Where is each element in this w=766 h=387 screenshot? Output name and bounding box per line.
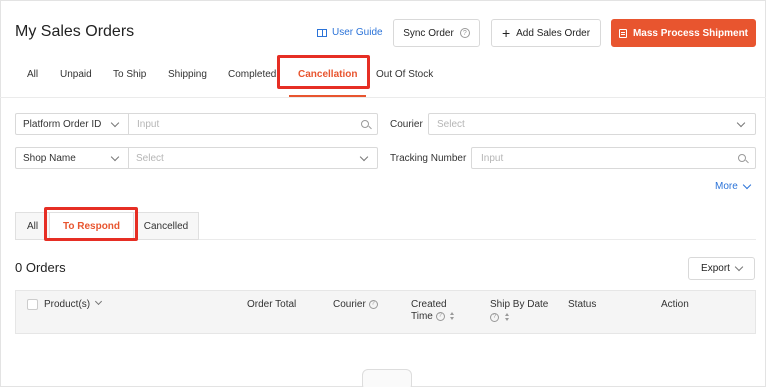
- chevron-down-icon: [742, 180, 752, 189]
- tab-all[interactable]: All: [27, 69, 38, 80]
- mass-process-shipment-button[interactable]: Mass Process Shipment: [611, 19, 756, 47]
- highlight-box-cancellation: [277, 55, 370, 89]
- courier-filter-label: Courier: [390, 119, 423, 130]
- column-ship-by-date-label: Ship By Date: [490, 299, 549, 310]
- more-filters-toggle[interactable]: More: [715, 180, 752, 192]
- help-icon[interactable]: ?: [459, 28, 470, 38]
- empty-state-illustration: [362, 369, 412, 387]
- column-status: Status: [568, 299, 597, 310]
- help-icon[interactable]: ?: [435, 311, 445, 321]
- export-label: Export: [701, 263, 730, 274]
- column-created-time[interactable]: Created Time ?: [411, 299, 455, 323]
- column-order-total: Order Total: [247, 299, 297, 310]
- subtab-cancelled[interactable]: Cancelled: [133, 212, 199, 240]
- book-icon: [317, 28, 327, 37]
- user-guide-link[interactable]: User Guide: [317, 27, 383, 38]
- tab-out-of-stock[interactable]: Out Of Stock: [376, 69, 433, 80]
- column-action: Action: [661, 299, 689, 310]
- tracking-number-label: Tracking Number: [390, 153, 467, 164]
- document-icon: [618, 28, 627, 38]
- select-all-checkbox[interactable]: [27, 299, 38, 310]
- export-button[interactable]: Export: [688, 257, 755, 280]
- tab-completed[interactable]: Completed: [228, 69, 276, 80]
- sort-icon[interactable]: [504, 313, 510, 322]
- orders-count: 0 Orders: [15, 260, 66, 275]
- subtabs-divider: [199, 239, 756, 240]
- column-time-label: Time: [411, 311, 433, 322]
- order-id-filter[interactable]: Platform Order ID Input: [15, 113, 378, 135]
- column-courier-label: Courier: [333, 299, 366, 310]
- shop-name-select[interactable]: Select: [136, 153, 164, 164]
- sort-icon[interactable]: [450, 312, 455, 321]
- tab-unpaid[interactable]: Unpaid: [60, 69, 92, 80]
- chevron-down-icon: [734, 262, 744, 271]
- user-guide-label: User Guide: [332, 27, 383, 38]
- column-ship-by-date[interactable]: Ship By Date ?: [490, 299, 548, 324]
- orders-table-header: [15, 290, 756, 334]
- column-courier: Courier ?: [333, 299, 378, 311]
- column-products[interactable]: Product(s): [44, 297, 102, 311]
- order-id-input[interactable]: Input: [137, 119, 159, 130]
- tracking-number-input[interactable]: Input: [481, 153, 503, 164]
- help-icon[interactable]: ?: [368, 299, 378, 309]
- tab-to-ship[interactable]: To Ship: [113, 69, 146, 80]
- plus-icon: +: [501, 25, 511, 41]
- chevron-down-icon: [359, 152, 369, 162]
- order-id-filter-label: Platform Order ID: [23, 118, 102, 130]
- add-sales-order-button[interactable]: + Add Sales Order: [491, 19, 601, 47]
- help-icon[interactable]: ?: [490, 312, 499, 322]
- add-sales-order-label: Add Sales Order: [516, 27, 591, 39]
- more-label: More: [715, 181, 738, 192]
- highlight-box-to-respond: [44, 207, 138, 241]
- tracking-number-field[interactable]: Input: [471, 147, 756, 169]
- shop-name-filter[interactable]: Shop Name Select: [15, 147, 378, 169]
- search-icon[interactable]: [361, 120, 369, 128]
- column-created-label: Created: [411, 299, 447, 310]
- field-separator: [128, 147, 129, 169]
- tabs-divider: [0, 97, 766, 98]
- page-title: My Sales Orders: [15, 23, 135, 40]
- sync-order-button[interactable]: Sync Order ?: [393, 19, 480, 47]
- column-products-label: Product(s): [44, 299, 91, 310]
- field-separator: [128, 113, 129, 135]
- chevron-down-icon[interactable]: [110, 152, 120, 162]
- tab-shipping[interactable]: Shipping: [168, 69, 207, 80]
- chevron-down-icon: [736, 118, 746, 128]
- search-icon[interactable]: [738, 154, 746, 162]
- sync-order-label: Sync Order: [403, 27, 454, 39]
- mass-process-shipment-label: Mass Process Shipment: [632, 27, 749, 39]
- chevron-down-icon[interactable]: [110, 118, 120, 128]
- courier-select[interactable]: Select: [428, 113, 756, 135]
- shop-name-filter-label: Shop Name: [23, 152, 76, 164]
- courier-select-placeholder: Select: [437, 119, 465, 130]
